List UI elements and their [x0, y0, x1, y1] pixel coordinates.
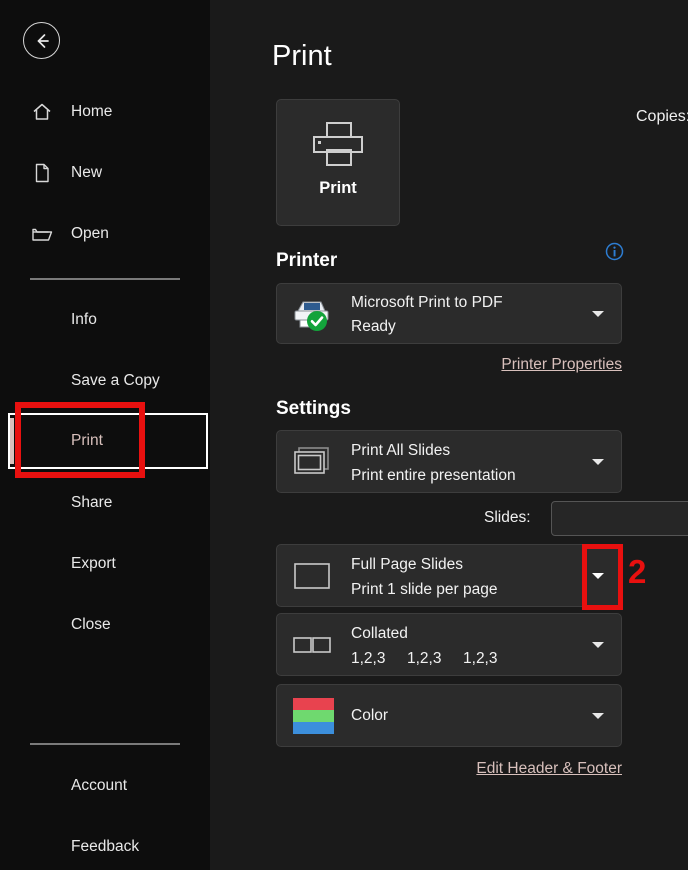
edit-header-footer-link[interactable]: Edit Header & Footer [476, 760, 622, 778]
sidebar-item-open[interactable]: Open [8, 214, 208, 254]
printer-icon [310, 121, 366, 167]
full-page-slide-icon [291, 559, 335, 593]
chevron-down-icon[interactable] [591, 309, 605, 318]
sidebar-item-label: Account [71, 777, 128, 794]
layout-subtitle: Print 1 slide per page [351, 581, 498, 598]
collation-title: Collated [351, 625, 408, 642]
sidebar-item-save-a-copy[interactable]: Save a Copy [8, 361, 208, 401]
back-arrow-icon [37, 33, 49, 48]
sidebar-item-label: Export [71, 555, 116, 572]
slides-label: Slides: [484, 509, 531, 526]
powerpoint-print-backstage: Home New Open Info Save a Copy Print Sha… [0, 0, 688, 870]
sidebar-item-label: Home [71, 103, 113, 120]
settings-section-heading: Settings [276, 398, 351, 419]
printer-info-icon[interactable] [605, 242, 624, 261]
sidebar-item-new[interactable]: New [8, 153, 208, 193]
home-icon [31, 101, 53, 123]
printer-ready-icon [291, 297, 335, 331]
all-slides-icon [291, 445, 335, 479]
annotation-step-number: 2 [628, 553, 647, 590]
color-title: Color [351, 706, 389, 724]
page-title: Print [272, 40, 332, 72]
print-pane: Print Print Copies: 1 [210, 0, 688, 870]
sidebar-item-label: Info [71, 311, 97, 328]
print-range-subtitle: Print entire presentation [351, 467, 516, 484]
chevron-down-icon[interactable] [591, 457, 605, 466]
printer-name: Microsoft Print to PDF [351, 294, 503, 311]
layout-select[interactable]: Full Page Slides Print 1 slide per page [276, 544, 622, 607]
printer-section-heading: Printer [276, 250, 338, 271]
new-document-icon [31, 162, 53, 184]
printer-properties-link[interactable]: Printer Properties [501, 356, 622, 374]
print-button-label: Print [319, 179, 357, 197]
backstage-sidebar: Home New Open Info Save a Copy Print Sha… [0, 0, 210, 870]
color-swatch-icon [291, 695, 335, 737]
sidebar-item-label: Open [71, 225, 109, 242]
copies-label: Copies: [636, 108, 688, 125]
sidebar-item-account[interactable]: Account [8, 766, 208, 806]
sidebar-item-label: Close [71, 616, 111, 633]
sidebar-item-export[interactable]: Export [8, 544, 208, 584]
open-folder-icon [31, 223, 53, 245]
selected-item-indicator [9, 418, 14, 464]
back-arrow-button[interactable] [23, 22, 60, 59]
sidebar-item-home[interactable]: Home [8, 92, 208, 132]
slides-input[interactable] [551, 501, 688, 536]
layout-title: Full Page Slides [351, 556, 464, 573]
printer-select[interactable]: Microsoft Print to PDF Ready [276, 283, 622, 344]
printer-status: Ready [351, 318, 396, 335]
sidebar-item-close[interactable]: Close [8, 605, 208, 645]
sidebar-item-feedback[interactable]: Feedback [8, 827, 208, 867]
chevron-down-icon[interactable] [591, 711, 605, 720]
collation-select[interactable]: Collated 1,2,3 1,2,3 1,2,3 [276, 613, 622, 676]
print-range-select[interactable]: Print All Slides Print entire presentati… [276, 430, 622, 493]
sidebar-item-label: Feedback [71, 838, 140, 855]
print-range-title: Print All Slides [351, 442, 451, 459]
chevron-down-icon[interactable] [591, 571, 605, 580]
collated-icon [291, 628, 335, 662]
sidebar-divider-bottom [30, 743, 180, 745]
sidebar-item-label: Print [71, 432, 103, 449]
sidebar-item-print[interactable]: Print [8, 421, 208, 461]
sidebar-item-label: Save a Copy [71, 372, 160, 389]
collation-subtitle: 1,2,3 1,2,3 1,2,3 [351, 650, 498, 667]
sidebar-item-label: Share [71, 494, 113, 511]
sidebar-item-info[interactable]: Info [8, 300, 208, 340]
color-select[interactable]: Color [276, 684, 622, 747]
sidebar-divider-top [30, 278, 180, 280]
sidebar-item-share[interactable]: Share [8, 483, 208, 523]
sidebar-item-label: New [71, 164, 103, 181]
print-button[interactable]: Print [276, 99, 400, 226]
chevron-down-icon[interactable] [591, 640, 605, 649]
